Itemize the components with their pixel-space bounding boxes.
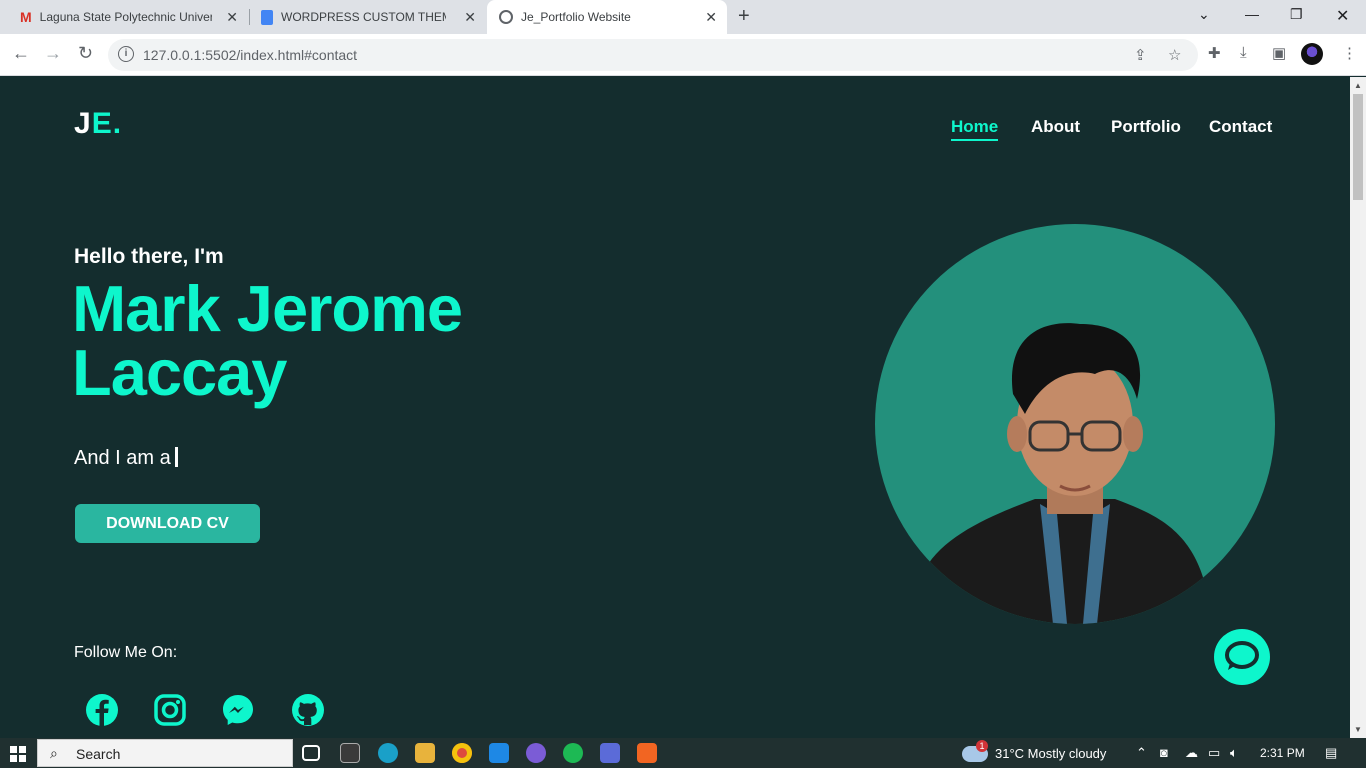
file-explorer-icon[interactable] bbox=[415, 743, 435, 763]
scroll-down-icon[interactable]: ▼ bbox=[1354, 725, 1362, 734]
tab-gmail[interactable]: M Laguna State Polytechnic University ✕ bbox=[8, 0, 248, 34]
scroll-thumb[interactable] bbox=[1353, 94, 1363, 200]
search-icon: ⌕ bbox=[50, 745, 58, 761]
scroll-up-icon[interactable]: ▲ bbox=[1354, 81, 1362, 90]
viber-icon[interactable] bbox=[526, 743, 546, 763]
github-icon[interactable] bbox=[290, 692, 326, 728]
hero-name-line1: Mark Jerome bbox=[72, 272, 463, 345]
portrait-illustration bbox=[925, 323, 1205, 624]
share-icon[interactable]: ⇪ bbox=[1134, 46, 1147, 64]
browser-tab-bar: M Laguna State Polytechnic University ✕ … bbox=[0, 0, 1366, 34]
chat-button[interactable] bbox=[1214, 629, 1270, 685]
weather-text[interactable]: 31°C Mostly cloudy bbox=[995, 746, 1106, 761]
windows-taskbar: ⌕ Search 1 31°C Mostly cloudy ⌃ ◙ ☁ ▭ 🔈︎… bbox=[0, 738, 1366, 768]
side-panel-icon[interactable]: ▣ bbox=[1272, 44, 1286, 62]
role-text: And I am a bbox=[74, 447, 178, 470]
tab-google-docs[interactable]: WORDPRESS CUSTOM THEME - Google Docs ✕ bbox=[249, 0, 486, 34]
greeting-text: Hello there, I'm bbox=[74, 245, 224, 268]
bookmark-star-icon[interactable]: ☆ bbox=[1168, 46, 1181, 64]
search-label: Search bbox=[76, 746, 121, 762]
forward-arrow-icon[interactable]: → bbox=[44, 43, 62, 64]
download-icon[interactable]: ⤓ bbox=[1240, 44, 1247, 61]
nav-portfolio[interactable]: Portfolio bbox=[1111, 117, 1181, 137]
nav-about[interactable]: About bbox=[1031, 117, 1080, 137]
close-window-icon[interactable]: ✕ bbox=[1336, 6, 1349, 26]
follow-label: Follow Me On: bbox=[74, 644, 178, 661]
facebook-icon[interactable] bbox=[84, 692, 120, 728]
task-view-icon[interactable] bbox=[302, 745, 320, 761]
tab-portfolio[interactable]: Je_Portfolio Website ✕ bbox=[487, 0, 727, 34]
profile-avatar[interactable] bbox=[1301, 43, 1323, 65]
site-logo[interactable]: JE. bbox=[74, 107, 122, 141]
tab-title: Laguna State Polytechnic University bbox=[39, 10, 212, 24]
gmail-icon: M bbox=[20, 9, 32, 25]
windows-start-icon[interactable] bbox=[10, 746, 26, 762]
logo-letter: J bbox=[74, 107, 92, 140]
back-arrow-icon[interactable]: ← bbox=[12, 43, 30, 64]
download-cv-button[interactable]: DOWNLOAD CV bbox=[75, 504, 260, 543]
vscode-icon[interactable] bbox=[489, 743, 509, 763]
notifications-icon[interactable]: ▤ bbox=[1325, 745, 1337, 761]
chat-bubble-icon bbox=[1225, 641, 1259, 670]
page-scrollbar[interactable]: ▲ ▼ bbox=[1350, 77, 1366, 738]
chrome-icon[interactable] bbox=[452, 743, 472, 763]
browser-toolbar: ← → ↻ i 127.0.0.1:5502/index.html#contac… bbox=[0, 34, 1366, 76]
globe-icon bbox=[499, 10, 513, 24]
logo-accent: E. bbox=[91, 107, 123, 140]
tab-search-chevron-icon[interactable]: ⌄ bbox=[1198, 6, 1210, 23]
tab-title: Je_Portfolio Website bbox=[521, 10, 631, 24]
docs-icon bbox=[261, 9, 273, 25]
terminal-icon[interactable] bbox=[340, 743, 360, 763]
nav-contact[interactable]: Contact bbox=[1209, 117, 1272, 137]
messenger-icon[interactable] bbox=[220, 692, 256, 728]
tab-close-icon[interactable]: ✕ bbox=[226, 9, 238, 26]
onedrive-icon[interactable]: ☁ bbox=[1185, 745, 1198, 761]
spotify-icon[interactable] bbox=[563, 743, 583, 763]
profile-photo bbox=[875, 224, 1275, 624]
menu-kebab-icon[interactable]: ⋮ bbox=[1342, 44, 1357, 62]
hero-name-line2: Laccay bbox=[72, 336, 287, 409]
tab-close-icon[interactable]: ✕ bbox=[705, 9, 717, 26]
url-text: 127.0.0.1:5502/index.html#contact bbox=[143, 47, 358, 63]
nav-home[interactable]: Home bbox=[951, 117, 999, 141]
clock-time[interactable]: 2:31 PM bbox=[1260, 746, 1305, 760]
tray-chevron-icon[interactable]: ⌃ bbox=[1136, 745, 1147, 761]
new-tab-button[interactable]: + bbox=[738, 5, 750, 28]
edge-icon[interactable] bbox=[378, 743, 398, 763]
meet-now-icon[interactable]: ◙ bbox=[1160, 745, 1168, 760]
media-player-icon[interactable] bbox=[600, 743, 620, 763]
minimize-icon[interactable]: — bbox=[1245, 6, 1259, 22]
typing-cursor bbox=[174, 447, 178, 467]
site-info-icon[interactable]: i bbox=[118, 46, 134, 62]
weather-badge: 1 bbox=[976, 740, 988, 752]
address-bar[interactable]: i 127.0.0.1:5502/index.html#contact ⇪ ☆ bbox=[108, 39, 1198, 71]
instagram-icon[interactable] bbox=[152, 692, 188, 728]
hero-name: Mark Jerome Laccay bbox=[72, 272, 592, 409]
volume-icon[interactable]: 🔈︎ bbox=[1230, 745, 1238, 761]
tab-title: WORDPRESS CUSTOM THEME - Google Docs bbox=[281, 10, 446, 24]
role-prefix: And I am a bbox=[74, 447, 171, 469]
extensions-icon[interactable]: ✚ bbox=[1208, 44, 1221, 62]
taskbar-search[interactable]: ⌕ Search bbox=[37, 739, 293, 767]
restore-icon[interactable]: ❐ bbox=[1290, 6, 1303, 23]
network-icon[interactable]: ▭ bbox=[1208, 745, 1220, 761]
reload-icon[interactable]: ↻ bbox=[78, 43, 93, 64]
tab-close-icon[interactable]: ✕ bbox=[464, 9, 476, 26]
portfolio-page: JE. Home About Portfolio Contact Hello t… bbox=[0, 77, 1350, 738]
xampp-icon[interactable] bbox=[637, 743, 657, 763]
